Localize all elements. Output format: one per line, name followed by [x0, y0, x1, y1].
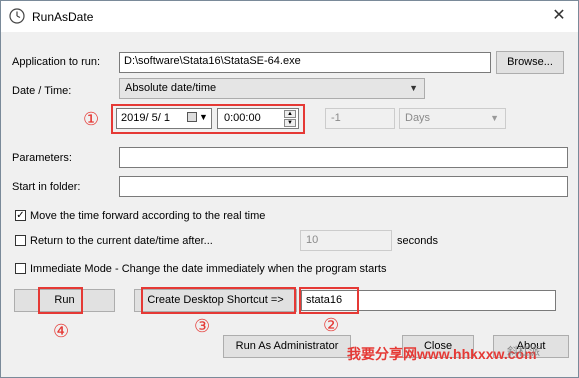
return-after-checkbox[interactable] — [15, 235, 26, 246]
seconds-label: seconds — [397, 235, 438, 247]
annotation-box-2 — [299, 287, 359, 314]
annotation-box-1 — [111, 104, 305, 134]
parameters-label: Parameters: — [12, 152, 72, 164]
annotation-box-3 — [141, 287, 296, 314]
close-window-icon[interactable]: ✕ — [547, 5, 571, 27]
immediate-mode-label: Immediate Mode - Change the date immedia… — [30, 263, 387, 275]
offset-unit-select[interactable]: Days ▼ — [399, 108, 506, 129]
start-in-folder-input[interactable] — [119, 176, 568, 197]
parameters-input[interactable] — [119, 147, 568, 168]
title-bar: RunAsDate ✕ — [1, 1, 578, 32]
annotation-number-4: ④ — [53, 321, 70, 341]
date-time-label: Date / Time: — [12, 85, 72, 97]
date-mode-value: Absolute date/time — [125, 82, 217, 94]
window-title: RunAsDate — [32, 10, 94, 24]
annotation-number-2: ② — [323, 315, 340, 335]
app-to-run-label: Application to run: — [12, 56, 101, 68]
offset-unit-value: Days — [405, 112, 431, 124]
badge-watermark: 斜杠派 — [507, 346, 540, 358]
immediate-mode-checkbox[interactable] — [15, 263, 26, 274]
offset-value-input[interactable]: -1 — [325, 108, 395, 129]
return-after-label: Return to the current date/time after... — [30, 235, 213, 247]
seconds-input[interactable]: 10 — [300, 230, 392, 251]
runasdate-window: RunAsDate ✕ Application to run: D:\softw… — [0, 0, 579, 378]
annotation-box-4 — [38, 287, 83, 314]
run-as-administrator-button[interactable]: Run As Administrator — [223, 335, 351, 358]
move-forward-label: Move the time forward according to the r… — [30, 210, 266, 222]
date-mode-select[interactable]: Absolute date/time ▼ — [119, 78, 425, 99]
move-forward-checkbox[interactable]: ✓ — [15, 210, 26, 221]
chevron-down-icon: ▼ — [409, 83, 418, 93]
app-path-input[interactable]: D:\software\Stata16\StataSE-64.exe — [119, 52, 491, 73]
chevron-down-icon: ▼ — [490, 113, 499, 123]
clock-app-icon — [9, 8, 25, 24]
annotation-number-3: ③ — [194, 316, 211, 336]
start-in-folder-label: Start in folder: — [12, 181, 81, 193]
browse-button[interactable]: Browse... — [496, 51, 564, 74]
annotation-number-1: ① — [83, 109, 100, 129]
